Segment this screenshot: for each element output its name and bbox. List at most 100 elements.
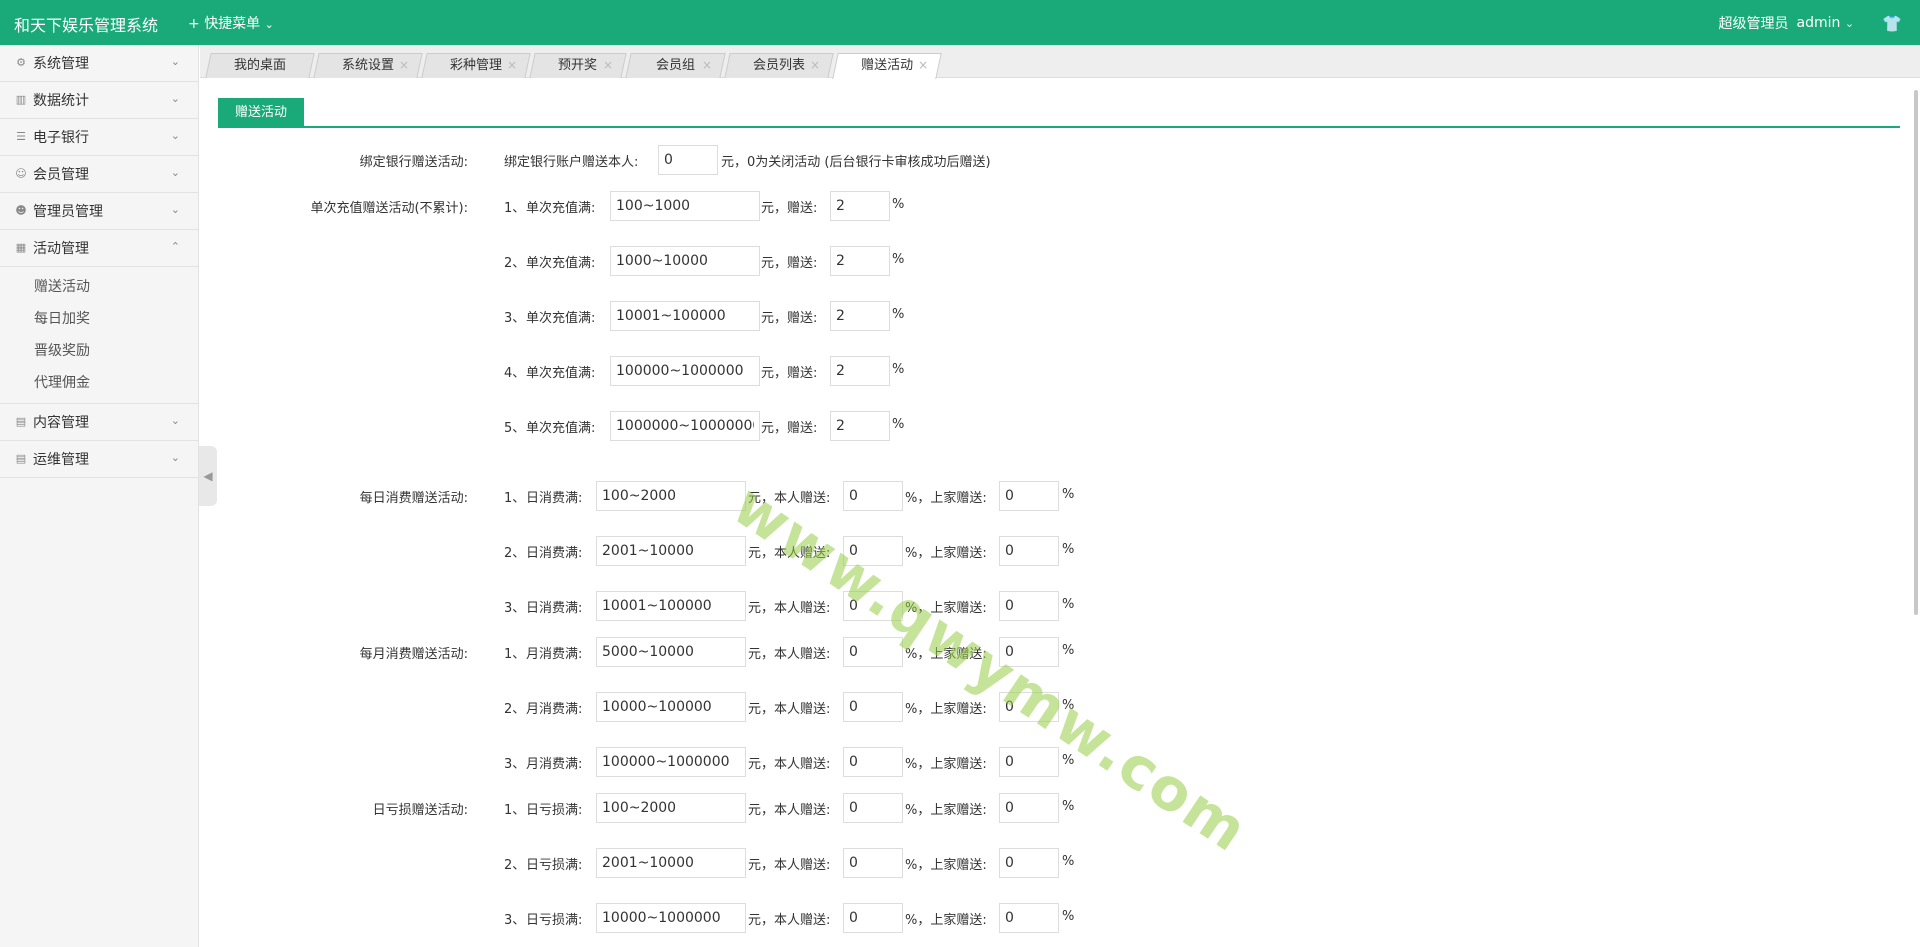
scrollbar[interactable]	[1914, 90, 1918, 615]
submenu-item-promotion[interactable]: 晋级奖励	[0, 335, 198, 367]
sidebar-item-members[interactable]: ☺ 会员管理 ⌄	[0, 156, 198, 193]
monthly-range-input[interactable]	[596, 692, 746, 722]
daily-parent-input[interactable]	[999, 536, 1059, 566]
tab-member-group[interactable]: 会员组 ×	[625, 53, 726, 78]
recharge-gift-input[interactable]	[830, 301, 890, 331]
quick-menu-button[interactable]: + 快捷菜单 ⌄	[188, 13, 274, 33]
skin-icon[interactable]: 👕	[1882, 14, 1902, 33]
row-prefix: 日亏损满:	[526, 803, 583, 818]
daily-activity-label: 每日消费赠送活动:	[359, 491, 468, 506]
recharge-range-input[interactable]	[610, 411, 760, 441]
monthly-parent-input[interactable]	[999, 747, 1059, 777]
monthly-self-input[interactable]	[843, 747, 903, 777]
user-menu[interactable]: admin ⌄	[1797, 15, 1855, 31]
tab-label: 会员组	[655, 58, 695, 73]
monthly-parent-input[interactable]	[999, 637, 1059, 667]
close-icon[interactable]: ×	[702, 54, 712, 77]
recharge-range-input[interactable]	[610, 301, 760, 331]
sidebar-item-system[interactable]: ⚙ 系统管理 ⌄	[0, 45, 198, 82]
row-unit-parent: %，上家赠送:	[905, 601, 987, 616]
recharge-range-input[interactable]	[610, 191, 760, 221]
gift-icon: ▦	[15, 241, 27, 254]
row-percent: %	[892, 417, 905, 432]
monthly-self-input[interactable]	[843, 637, 903, 667]
row-percent: %	[1062, 799, 1075, 814]
sidebar-collapse-button[interactable]: ◀	[199, 446, 217, 506]
list-icon: ☰	[16, 130, 26, 143]
daily-self-input[interactable]	[843, 591, 903, 621]
close-icon[interactable]: ×	[399, 54, 409, 77]
sidebar-item-label: 活动管理	[33, 241, 89, 257]
user-name: admin	[1796, 15, 1841, 31]
recharge-gift-input[interactable]	[830, 191, 890, 221]
sidebar-item-stats[interactable]: ▥ 数据统计 ⌄	[0, 82, 198, 119]
tab-system-settings[interactable]: 系统设置 ×	[313, 53, 423, 78]
row-unit-parent: %，上家赠送:	[905, 757, 987, 772]
submenu-item-commission[interactable]: 代理佣金	[0, 367, 198, 399]
loss-range-input[interactable]	[596, 848, 746, 878]
recharge-gift-input[interactable]	[830, 356, 890, 386]
row-unit-parent: %，上家赠送:	[905, 702, 987, 717]
row-number: 2、	[504, 702, 526, 717]
close-icon[interactable]: ×	[507, 54, 517, 77]
tab-label: 彩种管理	[449, 58, 502, 73]
row-number: 2、	[504, 858, 526, 873]
monthly-parent-input[interactable]	[999, 692, 1059, 722]
loss-parent-input[interactable]	[999, 848, 1059, 878]
bank-gift-input[interactable]	[658, 145, 718, 175]
loss-parent-input[interactable]	[999, 793, 1059, 823]
tab-lottery[interactable]: 彩种管理 ×	[421, 53, 531, 78]
monthly-self-input[interactable]	[843, 692, 903, 722]
recharge-gift-input[interactable]	[830, 246, 890, 276]
loss-parent-input[interactable]	[999, 903, 1059, 933]
sidebar-item-content[interactable]: ▤ 内容管理 ⌄	[0, 404, 198, 441]
monthly-activity-label: 每月消费赠送活动:	[359, 647, 468, 662]
doc-icon: ▤	[15, 415, 27, 428]
loss-range-input[interactable]	[596, 793, 746, 823]
loss-self-input[interactable]	[843, 848, 903, 878]
monthly-range-input[interactable]	[596, 747, 746, 777]
sidebar-item-admins[interactable]: ☻ 管理员管理 ⌄	[0, 193, 198, 230]
sidebar-item-activities[interactable]: ▦ 活动管理 ⌃	[0, 230, 198, 267]
row-prefix: 日消费满:	[526, 601, 583, 616]
recharge-range-input[interactable]	[610, 356, 760, 386]
tab-gift-activity[interactable]: 赠送活动 ×	[832, 53, 942, 79]
daily-range-input[interactable]	[596, 536, 746, 566]
sidebar-item-label: 数据统计	[33, 93, 89, 109]
sidebar-item-ebank[interactable]: ☰ 电子银行 ⌄	[0, 119, 198, 156]
daily-range-input[interactable]	[596, 481, 746, 511]
close-icon[interactable]: ×	[603, 54, 613, 77]
tab-label: 会员列表	[752, 58, 805, 73]
tab-label: 系统设置	[341, 58, 394, 73]
daily-range-input[interactable]	[596, 591, 746, 621]
chart-icon: ▥	[15, 93, 27, 106]
row-number: 1、	[504, 491, 526, 506]
row-unit: 元，赠送:	[761, 201, 818, 216]
daily-self-input[interactable]	[843, 536, 903, 566]
loss-self-input[interactable]	[843, 903, 903, 933]
row-number: 3、	[504, 601, 526, 616]
recharge-range-input[interactable]	[610, 246, 760, 276]
section-header: 赠送活动	[218, 98, 1900, 128]
close-icon[interactable]: ×	[810, 54, 820, 77]
submenu-item-gift[interactable]: 赠送活动	[0, 271, 198, 303]
loss-self-input[interactable]	[843, 793, 903, 823]
row-unit-self: 元，本人赠送:	[748, 913, 831, 928]
tab-desktop[interactable]: 我的桌面	[205, 53, 315, 78]
tab-member-list[interactable]: 会员列表 ×	[724, 53, 834, 78]
monthly-range-input[interactable]	[596, 637, 746, 667]
row-percent: %	[892, 197, 905, 212]
row-prefix: 日消费满:	[526, 491, 583, 506]
daily-self-input[interactable]	[843, 481, 903, 511]
row-percent: %	[1062, 542, 1075, 557]
row-percent: %	[1062, 597, 1075, 612]
row-number: 5、	[504, 421, 526, 436]
daily-parent-input[interactable]	[999, 591, 1059, 621]
daily-parent-input[interactable]	[999, 481, 1059, 511]
close-icon[interactable]: ×	[918, 54, 928, 77]
tab-pre-draw[interactable]: 预开奖 ×	[529, 53, 627, 78]
loss-range-input[interactable]	[596, 903, 746, 933]
sidebar-item-ops[interactable]: ▤ 运维管理 ⌄	[0, 441, 198, 478]
submenu-item-daily-bonus[interactable]: 每日加奖	[0, 303, 198, 335]
recharge-gift-input[interactable]	[830, 411, 890, 441]
